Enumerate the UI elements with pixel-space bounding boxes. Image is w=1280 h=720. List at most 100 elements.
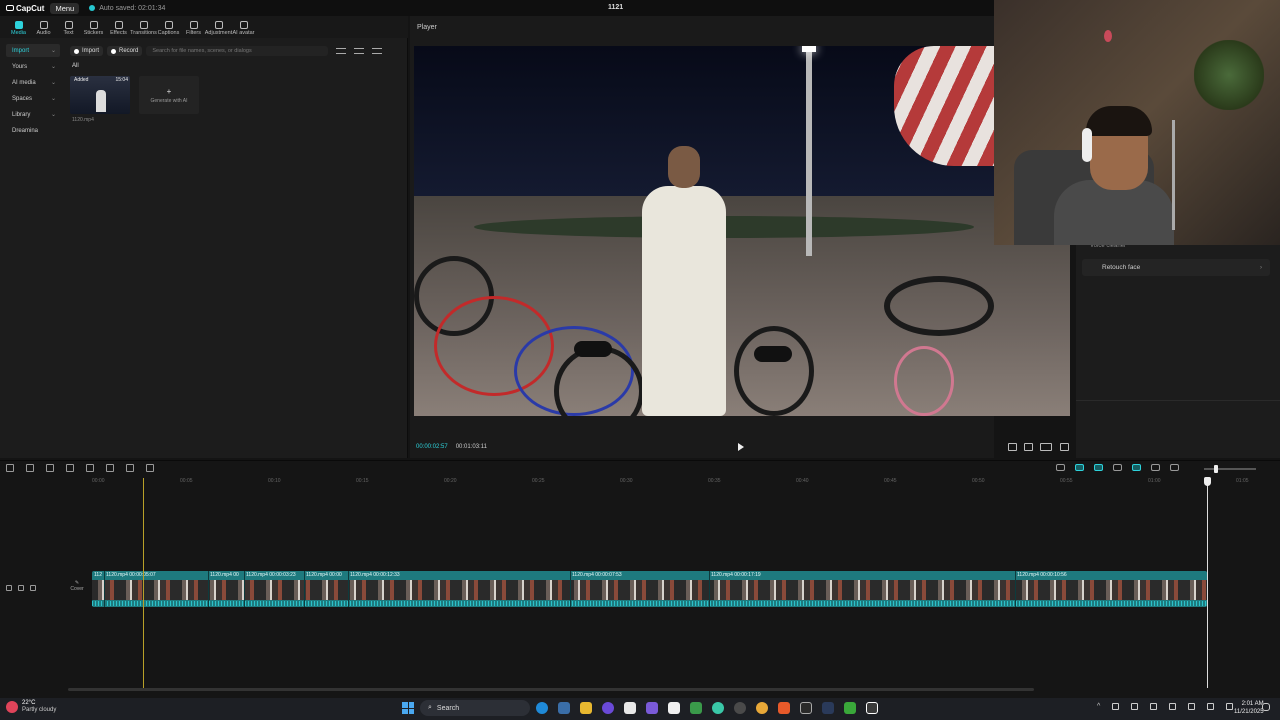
notes-icon[interactable] [624,702,636,714]
ruler-tick: 00:35 [708,478,721,484]
start-button[interactable] [402,702,414,714]
shield-icon[interactable] [146,464,154,472]
sidenav-dreamina[interactable]: Dreamina [6,124,60,137]
steam-tray-icon[interactable] [1131,703,1139,710]
chevron-up-icon[interactable]: ^ [1097,703,1100,710]
cloud-icon[interactable] [1112,703,1120,710]
link-icon[interactable] [1075,464,1084,471]
generate-with-ai-button[interactable]: + Generate with AI [139,76,199,114]
ratio-icon[interactable] [1040,443,1052,451]
trim-left-icon[interactable] [86,464,94,472]
speaker-icon[interactable] [30,585,36,591]
video-person [636,146,728,416]
sidenav-import[interactable]: Import ⌄ [6,44,60,57]
clip-divider [244,571,245,607]
screenshot-icon[interactable] [1024,443,1033,451]
zoom-out-icon[interactable] [1170,464,1179,471]
video-preview[interactable] [414,46,1070,416]
volume-icon[interactable] [1226,703,1234,710]
import-button[interactable]: Import [70,46,104,56]
language-icon[interactable] [1188,703,1196,710]
toolbar-text[interactable]: Text [56,21,81,38]
end-marker-handle[interactable] [1204,477,1211,486]
layout-icon[interactable] [6,464,14,472]
settings-icon[interactable] [800,702,812,714]
snap-icon[interactable] [1113,464,1122,471]
clock-time: 2:01 AM [1241,701,1264,707]
zoom-slider[interactable] [1204,468,1256,470]
timeline-scrollbar[interactable] [68,688,1034,691]
microphone-tray-icon[interactable] [1150,703,1158,710]
app-icon[interactable] [646,702,658,714]
steam-icon[interactable] [822,702,834,714]
sidenav-library[interactable]: Library ⌄ [6,108,60,121]
aspect-ratio-icon[interactable] [1008,443,1017,451]
menu-button[interactable]: Menu [50,2,80,14]
media-clip-thumbnail[interactable]: Added 15:04 [70,76,130,114]
weather-widget[interactable]: 22°C Partly cloudy [6,700,56,714]
undo-icon[interactable] [26,464,34,472]
filter-tab-all[interactable]: All [72,63,79,69]
computer-icon[interactable] [558,702,570,714]
network-icon[interactable] [1207,703,1215,710]
sort-icon[interactable] [354,48,365,54]
brave-icon[interactable] [778,702,790,714]
taskbar-search[interactable]: ⌕ Search [420,700,530,716]
lock-icon[interactable] [6,585,12,591]
trim-right-icon[interactable] [106,464,114,472]
toolbar-captions[interactable]: Captions [156,21,181,38]
capcut-taskbar-icon[interactable] [668,702,680,714]
cover-label: Cover [70,586,84,592]
webcam-mic-arm [1172,120,1212,230]
capcut-active-icon[interactable] [866,702,878,714]
fullscreen-icon[interactable] [1060,443,1069,451]
timeline-ruler[interactable]: 00:00 00:05 00:10 00:15 00:20 00:25 00:3… [90,478,1250,486]
file-explorer-icon[interactable] [580,702,592,714]
toolbar-transitions[interactable]: Transitions [130,21,157,38]
magnet-icon[interactable] [1094,464,1103,471]
eye-icon[interactable] [18,585,24,591]
clip-label: 112 [94,572,102,578]
chatgpt-icon[interactable] [712,702,724,714]
caption-icon[interactable] [1151,464,1160,471]
cover-button[interactable]: ✎ Cover [68,580,86,598]
xbox-icon[interactable] [690,702,702,714]
toolbar-ai-avatar[interactable]: AI avatar [231,21,256,38]
edge-icon[interactable] [536,702,548,714]
toolbar-stickers[interactable]: Stickers [81,21,106,38]
notification-icon[interactable] [1262,703,1270,711]
view-toggle-icon[interactable] [336,48,347,54]
toolbar-media[interactable]: Media [6,21,31,38]
chrome-icon[interactable] [756,702,768,714]
sidenav-spaces[interactable]: Spaces ⌄ [6,92,60,105]
clip-status: Added [74,77,89,83]
discord-icon[interactable] [602,702,614,714]
excel-icon[interactable] [844,702,856,714]
zoom-slider-handle[interactable] [1214,465,1218,473]
video-track[interactable]: 112 1120.mp4 00:00:05:07 1120.mp4 00 112… [92,571,1207,607]
split-icon[interactable] [66,464,74,472]
clip-divider [1015,571,1016,607]
app-tray-icon[interactable] [1169,703,1177,710]
sidenav-ai-media[interactable]: AI media ⌄ [6,76,60,89]
toolbar-label: Transitions [130,30,157,36]
play-button[interactable] [738,443,744,451]
playhead[interactable] [143,478,144,688]
redo-icon[interactable] [46,464,54,472]
delete-icon[interactable] [126,464,134,472]
github-icon[interactable] [734,702,746,714]
main-toolbar: Media Audio Text Stickers Effects Transi… [0,16,408,38]
toolbar-audio[interactable]: Audio [31,21,56,38]
transitions-icon [139,21,148,29]
filter-icon[interactable] [372,48,383,54]
toolbar-effects[interactable]: Effects [106,21,131,38]
toolbar-adjustment[interactable]: Adjustment [205,21,232,38]
preview-axis-icon[interactable] [1132,464,1141,471]
retouch-face-option[interactable]: Retouch face › [1082,259,1270,276]
system-clock[interactable]: 2:01 AM 11/21/2025 [1234,700,1264,716]
toolbar-filters[interactable]: Filters [181,21,206,38]
sidenav-yours[interactable]: Yours ⌄ [6,60,60,73]
microphone-icon[interactable] [1056,464,1065,471]
media-search-input[interactable]: Search for file names, scenes, or dialog… [146,46,329,56]
record-button[interactable]: Record [107,46,143,56]
